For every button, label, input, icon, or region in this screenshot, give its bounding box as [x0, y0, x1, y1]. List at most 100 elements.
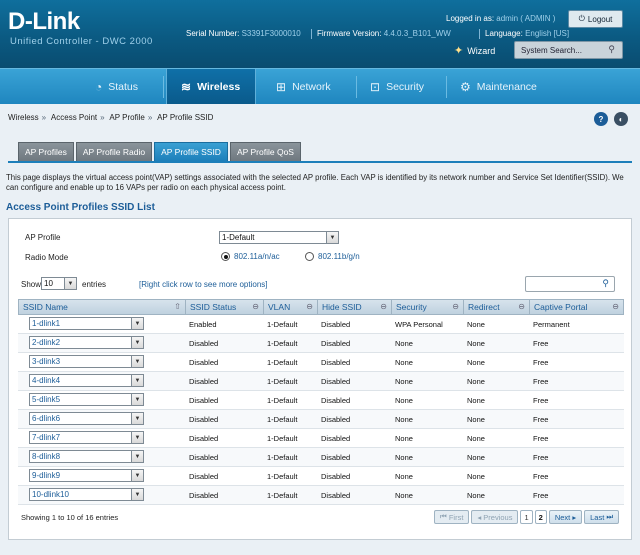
logged-in-info: Logged in as: admin ( ADMIN ) — [446, 14, 556, 23]
column-header-captive-portal[interactable]: Captive Portal ⊖ — [530, 300, 623, 314]
ssid-status-cell: Disabled — [189, 338, 219, 348]
vlan-cell: 1-Default — [267, 395, 298, 405]
captive-portal-cell: Free — [533, 433, 549, 443]
ap-profile-select[interactable]: 1-Default ▼ — [219, 231, 339, 244]
captive-portal-cell: Free — [533, 376, 549, 386]
redirect-cell: None — [467, 414, 485, 424]
column-header-vlan[interactable]: VLAN ⊖ — [264, 300, 318, 314]
ssid-list-panel: AP Profile 1-Default ▼ Radio Mode 802.11… — [8, 218, 632, 540]
breadcrumb: Wireless» Access Point» AP Profile» AP P… — [8, 113, 213, 122]
ssid-name-select[interactable]: 5-dlink5 ▼ — [29, 393, 144, 406]
header-divider — [479, 29, 480, 39]
table-row[interactable]: 2-dlink2 ▼ Disabled 1-Default Disabled No… — [18, 334, 624, 353]
breadcrumb-item[interactable]: AP Profile — [109, 113, 144, 122]
radio-mode-option-a[interactable]: 802.11a/n/ac — [221, 252, 280, 261]
hide-ssid-cell: Disabled — [321, 414, 351, 424]
table-row[interactable]: 5-dlink5 ▼ Disabled 1-Default Disabled No… — [18, 391, 624, 410]
nav-tab-network[interactable]: ⊞ Network — [276, 69, 346, 104]
table-row[interactable]: 6-dlink6 ▼ Disabled 1-Default Disabled No… — [18, 410, 624, 429]
table-row[interactable]: 8-dlink8 ▼ Disabled 1-Default Disabled No… — [18, 448, 624, 467]
table-row[interactable]: 4-dlink4 ▼ Disabled 1-Default Disabled No… — [18, 372, 624, 391]
logged-in-user[interactable]: admin ( ADMIN ) — [496, 14, 555, 23]
ssid-name-select[interactable]: 1-dlink1 ▼ — [29, 317, 144, 330]
table-row[interactable]: 1-dlink1 ▼ Enabled 1-Default Disabled WPA… — [18, 315, 624, 334]
subtab-ap-profile-ssid[interactable]: AP Profile SSID — [154, 142, 228, 161]
sort-icon: ⊖ — [252, 302, 259, 311]
subtab-ap-profile-radio[interactable]: AP Profile Radio — [75, 142, 153, 161]
table-row[interactable]: 9-dlink9 ▼ Disabled 1-Default Disabled No… — [18, 467, 624, 486]
wizard-link[interactable]: ✦ Wizard — [454, 44, 495, 57]
chevron-down-icon: ▼ — [131, 413, 143, 424]
entries-per-page-select[interactable]: 10 ▼ — [41, 277, 77, 290]
radio-mode-label: Radio Mode — [25, 253, 69, 262]
column-header-hide-ssid[interactable]: Hide SSID ⊖ — [318, 300, 392, 314]
table-search-input[interactable]: ⚲ — [525, 276, 615, 292]
ssid-status-cell: Disabled — [189, 357, 219, 367]
redirect-cell: None — [467, 357, 485, 367]
column-header-ssid-status[interactable]: SSID Status ⊖ — [186, 300, 264, 314]
ssid-name-select[interactable]: 6-dlink6 ▼ — [29, 412, 144, 425]
first-page-button[interactable]: ⏮ First — [434, 510, 470, 524]
redirect-cell: None — [467, 319, 485, 329]
security-cell: WPA Personal — [395, 319, 443, 329]
wizard-wand-icon: ✦ — [454, 45, 464, 57]
subtab-ap-profile-qos[interactable]: AP Profile QoS — [229, 142, 301, 161]
ssid-status-cell: Disabled — [189, 433, 219, 443]
column-header-ssid-name[interactable]: SSID Name ⇧ — [19, 300, 186, 314]
logout-button[interactable]: ⏻ Logout — [568, 10, 623, 28]
ssid-name-select[interactable]: 2-dlink2 ▼ — [29, 336, 144, 349]
radio-mode-option-b[interactable]: 802.11b/g/n — [305, 252, 360, 261]
page-2-button[interactable]: 2 — [534, 510, 547, 524]
system-search-input[interactable]: System Search... ⚲ — [514, 41, 623, 59]
breadcrumb-item[interactable]: Wireless — [8, 113, 39, 122]
captive-portal-cell: Free — [533, 395, 549, 405]
ssid-name-select[interactable]: 3-dlink3 ▼ — [29, 355, 144, 368]
breadcrumb-separator-icon: » — [100, 113, 105, 122]
help-icon[interactable]: ? — [594, 112, 608, 126]
table-row[interactable]: 7-dlink7 ▼ Disabled 1-Default Disabled No… — [18, 429, 624, 448]
ssid-name-select[interactable]: 8-dlink8 ▼ — [29, 450, 144, 463]
lock-icon: ⊡ — [370, 79, 381, 94]
status-gauge-icon: ◔ — [95, 79, 103, 94]
next-page-button[interactable]: Next ▸ — [548, 510, 583, 524]
nav-tab-status[interactable]: ◔ Status — [95, 69, 155, 104]
ssid-status-cell: Disabled — [189, 395, 219, 405]
ssid-name-select[interactable]: 9-dlink9 ▼ — [29, 469, 144, 482]
sort-icon: ⊖ — [306, 302, 313, 311]
column-header-redirect[interactable]: Redirect ⊖ — [464, 300, 530, 314]
vlan-cell: 1-Default — [267, 490, 298, 500]
page-1-button[interactable]: 1 — [520, 510, 533, 524]
serial-number: Serial Number: S3391F3000010 — [186, 29, 301, 38]
breadcrumb-item-current: AP Profile SSID — [157, 113, 214, 122]
search-icon[interactable]: ⚲ — [608, 44, 615, 55]
ssid-status-cell: Disabled — [189, 414, 219, 424]
subtab-ap-profiles[interactable]: AP Profiles — [18, 142, 74, 161]
redirect-cell: None — [467, 395, 485, 405]
last-page-button[interactable]: Last ⏭ — [584, 510, 620, 524]
previous-page-button[interactable]: ◂ Previous — [471, 510, 519, 524]
firmware-version: Firmware Version: 4.4.0.3_B101_WW — [317, 29, 451, 38]
search-icon[interactable]: ⚲ — [602, 278, 609, 289]
ssid-name-select[interactable]: 4-dlink4 ▼ — [29, 374, 144, 387]
captive-portal-cell: Free — [533, 452, 549, 462]
nav-tab-maintenance[interactable]: ⚙ Maintenance — [460, 69, 560, 104]
entries-label: entries — [82, 280, 107, 289]
chevron-down-icon: ▼ — [131, 432, 143, 443]
settings-help-icon[interactable]: ◐ — [614, 112, 628, 126]
table-row[interactable]: 10-dlink10 ▼ Disabled 1-Default Disabled … — [18, 486, 624, 505]
ssid-status-cell: Enabled — [189, 319, 217, 329]
ssid-name-select[interactable]: 10-dlink10 ▼ — [29, 488, 144, 501]
nav-tab-security[interactable]: ⊡ Security — [370, 69, 440, 104]
showing-entries-info: Showing 1 to 10 of 16 entries — [21, 513, 119, 522]
vlan-cell: 1-Default — [267, 338, 298, 348]
ssid-name-select[interactable]: 7-dlink7 ▼ — [29, 431, 144, 444]
table-row[interactable]: 3-dlink3 ▼ Disabled 1-Default Disabled No… — [18, 353, 624, 372]
language-link[interactable]: English [US] — [525, 29, 569, 38]
breadcrumb-item[interactable]: Access Point — [51, 113, 97, 122]
column-header-security[interactable]: Security ⊖ — [392, 300, 464, 314]
hide-ssid-cell: Disabled — [321, 490, 351, 500]
hide-ssid-cell: Disabled — [321, 357, 351, 367]
table-header: SSID Name ⇧ SSID Status ⊖ VLAN ⊖ Hide SSID ⊖… — [18, 299, 624, 315]
vlan-cell: 1-Default — [267, 357, 298, 367]
nav-tab-wireless[interactable]: ≋ Wireless — [166, 69, 256, 104]
